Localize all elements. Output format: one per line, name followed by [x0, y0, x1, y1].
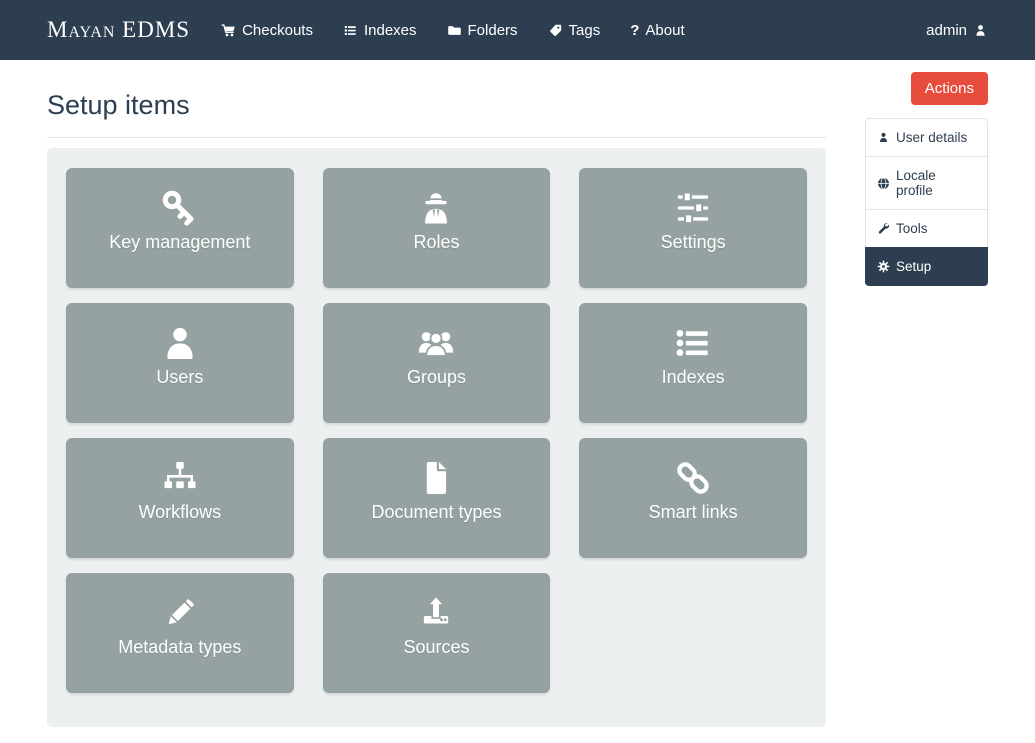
nav-item-label: Checkouts — [242, 22, 313, 39]
app-root: Mayan EDMS Checkouts Indexes Folders Tag… — [0, 0, 1035, 743]
tile-label: Indexes — [662, 367, 725, 388]
tile-label: Smart links — [649, 502, 738, 523]
menu-item-label: User details — [896, 130, 967, 145]
nav-item-label: About — [645, 22, 684, 39]
menu-item-label: Locale profile — [896, 168, 976, 198]
cart-icon — [221, 23, 236, 38]
menu-item-label: Setup — [896, 259, 931, 274]
tag-icon — [548, 23, 563, 38]
title-divider — [47, 137, 826, 138]
key-icon — [159, 187, 201, 229]
tile-indexes[interactable]: Indexes — [579, 303, 807, 423]
tile-metadata-types[interactable]: Metadata types — [66, 573, 294, 693]
menu-item-setup[interactable]: Setup — [865, 247, 988, 286]
main-nav: Checkouts Indexes Folders Tags ? About — [221, 22, 685, 39]
menu-item-locale-profile[interactable]: Locale profile — [865, 156, 988, 210]
user-menu-label: admin — [926, 22, 967, 39]
nav-item-about[interactable]: ? About — [630, 22, 684, 39]
top-navbar: Mayan EDMS Checkouts Indexes Folders Tag… — [0, 0, 1035, 60]
tile-label: Workflows — [138, 502, 221, 523]
user-icon — [159, 322, 201, 364]
nav-item-label: Tags — [569, 22, 601, 39]
nav-item-folders[interactable]: Folders — [447, 22, 518, 39]
setup-grid: Key management Roles Settings Users — [66, 168, 807, 693]
user-secret-icon — [415, 187, 457, 229]
tile-document-types[interactable]: Document types — [323, 438, 551, 558]
tile-smart-links[interactable]: Smart links — [579, 438, 807, 558]
globe-icon — [877, 177, 890, 190]
wrench-icon — [877, 222, 890, 235]
tile-users[interactable]: Users — [66, 303, 294, 423]
menu-item-tools[interactable]: Tools — [865, 209, 988, 248]
nav-item-tags[interactable]: Tags — [548, 22, 601, 39]
tile-label: Groups — [407, 367, 466, 388]
chain-icon — [672, 457, 714, 499]
user-icon — [973, 23, 988, 38]
nav-item-indexes[interactable]: Indexes — [343, 22, 417, 39]
user-menu[interactable]: admin — [926, 22, 988, 39]
page-title: Setup items — [47, 90, 826, 121]
tile-label: Document types — [371, 502, 501, 523]
users-icon — [415, 322, 457, 364]
upload-icon — [415, 592, 457, 634]
list-icon — [672, 322, 714, 364]
sitemap-icon — [159, 457, 201, 499]
tile-groups[interactable]: Groups — [323, 303, 551, 423]
menu-item-user-details[interactable]: User details — [865, 118, 988, 157]
nav-item-label: Folders — [468, 22, 518, 39]
file-icon — [415, 457, 457, 499]
menu-item-label: Tools — [896, 221, 928, 236]
side-menu: User details Locale profile Tools Setup — [865, 118, 988, 286]
main-layout: Setup items Key management Roles Setting… — [0, 60, 1035, 727]
setup-panel: Key management Roles Settings Users — [47, 148, 826, 727]
tile-label: Users — [156, 367, 203, 388]
tile-workflows[interactable]: Workflows — [66, 438, 294, 558]
tile-label: Sources — [403, 637, 469, 658]
nav-item-checkouts[interactable]: Checkouts — [221, 22, 313, 39]
tile-sources[interactable]: Sources — [323, 573, 551, 693]
side-column: Actions User details Locale profile Tool… — [865, 60, 988, 286]
folder-icon — [447, 23, 462, 38]
tile-label: Key management — [109, 232, 250, 253]
tile-label: Metadata types — [118, 637, 241, 658]
nav-item-label: Indexes — [364, 22, 417, 39]
sliders-icon — [672, 187, 714, 229]
gear-icon — [877, 260, 890, 273]
tile-roles[interactable]: Roles — [323, 168, 551, 288]
brand-logo[interactable]: Mayan EDMS — [47, 17, 190, 43]
tile-key-management[interactable]: Key management — [66, 168, 294, 288]
actions-button[interactable]: Actions — [911, 72, 988, 105]
pencil-icon — [159, 592, 201, 634]
tile-settings[interactable]: Settings — [579, 168, 807, 288]
tile-label: Roles — [413, 232, 459, 253]
question-icon: ? — [630, 23, 639, 38]
tile-label: Settings — [661, 232, 726, 253]
user-icon — [877, 131, 890, 144]
list-icon — [343, 23, 358, 38]
content-column: Setup items Key management Roles Setting… — [47, 60, 826, 727]
